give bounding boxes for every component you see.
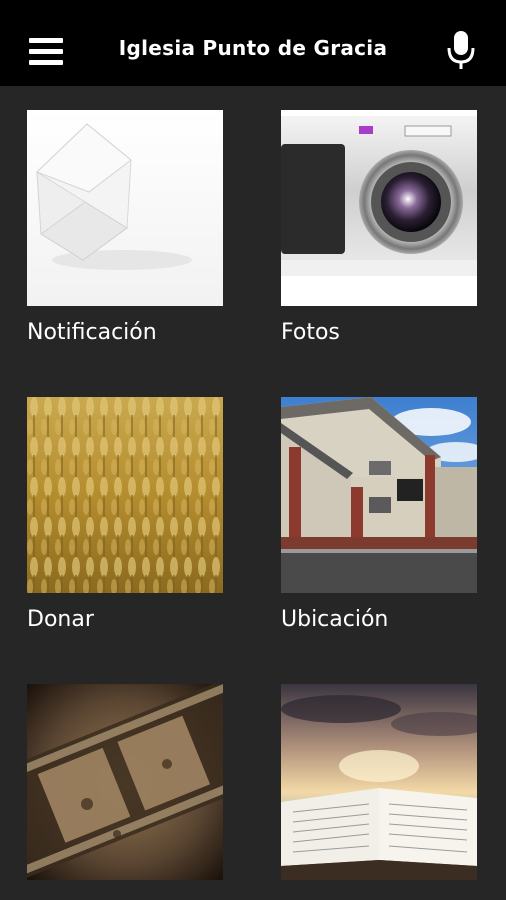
app-title: Iglesia Punto de Gracia xyxy=(118,36,388,60)
tile-fotos[interactable]: Fotos xyxy=(281,110,477,345)
wheat-field-image xyxy=(27,397,223,593)
app-bar: Iglesia Punto de Gracia xyxy=(0,0,506,86)
menu-grid: Notificación Fotos Donar Ubicación xyxy=(0,86,506,900)
tile-label: Notificación xyxy=(27,320,157,345)
envelope-image xyxy=(27,110,223,306)
open-bible-image xyxy=(281,684,477,880)
tile-bible[interactable] xyxy=(281,684,477,880)
hamburger-menu-icon[interactable] xyxy=(29,38,63,66)
film-strip-image xyxy=(27,684,223,880)
tile-label: Fotos xyxy=(281,320,340,345)
tile-film[interactable] xyxy=(27,684,223,880)
tile-ubicacion[interactable]: Ubicación xyxy=(281,397,477,632)
tile-label: Donar xyxy=(27,607,94,632)
camera-image xyxy=(281,110,477,306)
tile-label: Ubicación xyxy=(281,607,389,632)
tile-donar[interactable]: Donar xyxy=(27,397,223,632)
microphone-icon[interactable] xyxy=(447,31,475,71)
church-building-image xyxy=(281,397,477,593)
tile-notificacion[interactable]: Notificación xyxy=(27,110,223,345)
